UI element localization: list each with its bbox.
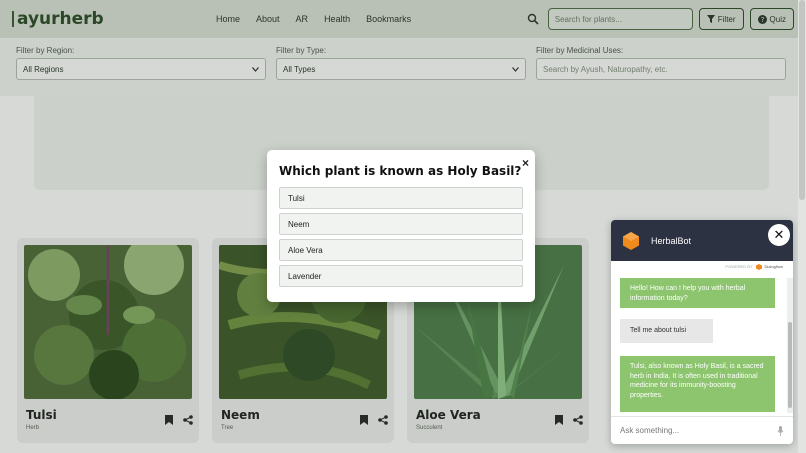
chat-messages: Hello! How can I help you with herbal in…: [611, 272, 787, 415]
page-scroll-thumb[interactable]: [799, 0, 805, 200]
bot-logo-icon: [623, 231, 639, 250]
quiz-question: Which plant is known as Holy Basil?: [279, 164, 522, 178]
close-icon[interactable]: ×: [522, 156, 529, 170]
chat-input[interactable]: Ask something...: [611, 416, 793, 444]
bot-message: Hello! How can I help you with herbal in…: [620, 278, 775, 308]
close-icon[interactable]: ✕: [768, 224, 790, 246]
quiz-option[interactable]: Aloe Vera: [279, 239, 523, 261]
quiz-options: Tulsi Neem Aloe Vera Lavender: [279, 187, 523, 287]
quiz-option[interactable]: Lavender: [279, 265, 523, 287]
user-message: Tell me about tulsi: [620, 319, 713, 343]
chat-scroll-thumb[interactable]: [788, 322, 792, 408]
chatbot-widget: HerbalBot ✕ POWERED BY Dialogflow Hello!…: [611, 220, 793, 444]
bot-message: Tulsi, also known as Holy Basil, is a sa…: [620, 356, 775, 412]
page-scrollbar[interactable]: [798, 0, 806, 453]
quiz-modal: × Which plant is known as Holy Basil? Tu…: [267, 150, 535, 302]
chatbot-title: HerbalBot: [651, 235, 692, 246]
chat-input-placeholder: Ask something...: [620, 426, 680, 435]
powered-by: POWERED BY Dialogflow: [611, 261, 793, 272]
microphone-icon[interactable]: [777, 425, 784, 436]
dialogflow-logo-icon: [755, 263, 762, 270]
quiz-option[interactable]: Tulsi: [279, 187, 523, 209]
powered-by-label: POWERED BY: [725, 264, 753, 269]
chatbot-header: HerbalBot ✕: [611, 220, 793, 261]
quiz-option[interactable]: Neem: [279, 213, 523, 235]
powered-by-brand: Dialogflow: [764, 264, 783, 269]
chat-scrollbar[interactable]: [787, 278, 793, 413]
